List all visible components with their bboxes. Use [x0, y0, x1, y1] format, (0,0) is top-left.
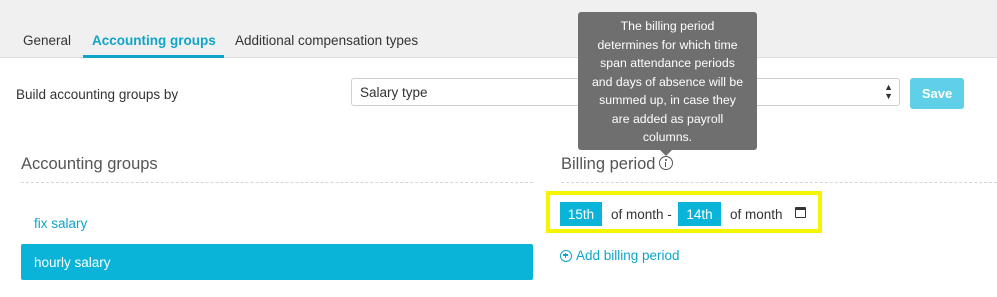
- accounting-groups-heading: Accounting groups: [21, 155, 158, 173]
- tooltip-line: columns.: [642, 130, 693, 144]
- tooltip-line: span attendance periods: [600, 56, 735, 70]
- add-billing-period-label: Add billing period: [576, 248, 680, 263]
- calendar-icon[interactable]: [795, 207, 806, 218]
- add-billing-period-link[interactable]: Add billing period: [560, 248, 680, 263]
- tabs-bar: General Accounting groups Additional com…: [0, 0, 997, 58]
- tooltip-line: The billing period: [620, 19, 715, 33]
- info-circle-icon[interactable]: [659, 156, 673, 170]
- billing-period-heading: Billing period: [561, 155, 656, 173]
- plus-circle-icon: [560, 249, 572, 262]
- tooltip-line: and days of absence will be: [591, 74, 744, 89]
- select-value: Salary type: [360, 85, 428, 100]
- accounting-group-fix-salary[interactable]: fix salary: [21, 205, 533, 241]
- tooltip-line: summed up, in case they: [599, 93, 736, 107]
- tab-general[interactable]: General: [23, 33, 71, 48]
- updown-arrows-icon: ▲ ▼: [884, 82, 893, 101]
- tooltip-arrow: [660, 150, 672, 156]
- tab-accounting-groups[interactable]: Accounting groups: [92, 33, 216, 48]
- tooltip-line: are added as payroll: [611, 111, 724, 126]
- accounting-group-label: fix salary: [34, 215, 88, 231]
- accounting-group-label: hourly salary: [34, 254, 111, 270]
- billing-period-divider: [561, 182, 997, 183]
- accounting-groups-divider: [21, 182, 533, 183]
- tooltip-line: determines for which time: [597, 37, 738, 52]
- billing-end-day[interactable]: 14th: [678, 202, 721, 226]
- active-tab-indicator: [83, 55, 224, 58]
- accounting-group-hourly-salary[interactable]: hourly salary: [21, 244, 533, 280]
- billing-start-day[interactable]: 15th: [560, 202, 602, 226]
- of-month-label: of month: [730, 207, 783, 222]
- tab-additional-compensation-types[interactable]: Additional compensation types: [235, 33, 418, 48]
- of-month-dash-label: of month -: [611, 207, 672, 222]
- build-accounting-groups-label: Build accounting groups by: [16, 87, 179, 102]
- save-button[interactable]: Save: [910, 78, 964, 109]
- billing-period-tooltip: The billing period determines for which …: [578, 12, 757, 150]
